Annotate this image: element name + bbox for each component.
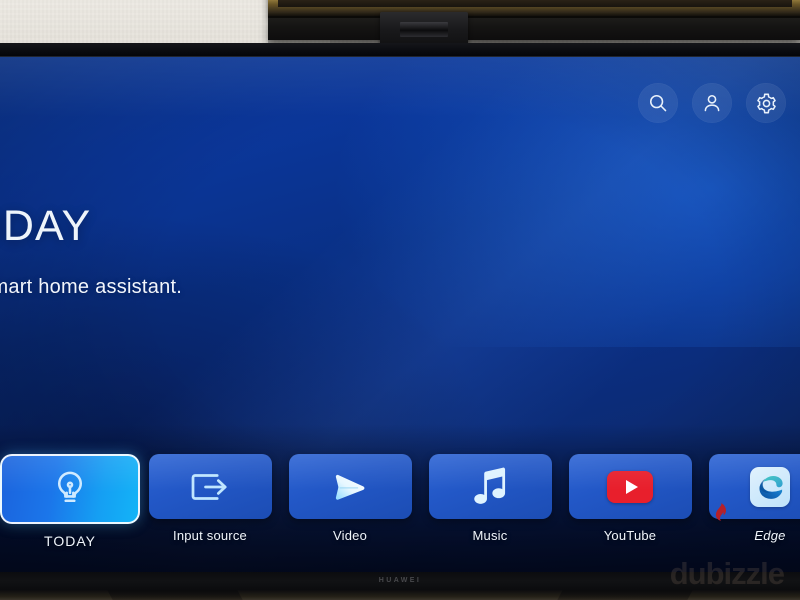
camera-lens [400,22,448,37]
flame-icon [715,501,727,521]
youtube-play-triangle [625,479,638,494]
music-note-icon [474,466,506,504]
dock-item-input-source[interactable]: Input source [140,454,280,543]
dock-tile-youtube[interactable] [568,454,692,519]
dock-label-music: Music [472,528,508,543]
lightbulb-icon [58,471,82,502]
dock-tile-input-source[interactable] [148,454,272,519]
dock-item-video[interactable]: Video [280,454,420,543]
dock-item-music[interactable]: Music [420,454,560,543]
shelf-board [268,18,800,40]
tv-photo-scene: TODAY Your smart home assistant. [0,0,800,600]
dubizzle-watermark: dubizzle [669,556,785,591]
page-title: TODAY [0,202,92,250]
dock-tile-today[interactable] [0,454,140,524]
gold-frame-inner [278,0,792,7]
hero-text-block: TODAY Your smart home assistant. [0,205,182,299]
tv-screen: TODAY Your smart home assistant. [0,57,800,572]
dock-label-youtube: YouTube [603,528,657,543]
dock-tile-video[interactable] [288,454,412,519]
tv-bezel-top [0,43,800,57]
dock-label-input-source: Input source [173,528,247,543]
tv-leg-left [107,590,243,600]
top-icon-bar [638,83,786,123]
page-subtitle: Your smart home assistant. [0,276,183,298]
youtube-icon [607,470,653,503]
dock-item-edge[interactable]: Edge [700,454,800,543]
profile-icon[interactable] [692,83,732,123]
dock-label-video: Video [332,528,367,543]
search-icon[interactable] [638,83,678,123]
dock-label-today: TODAY [44,533,96,549]
app-dock: TODAY Input source Video Music YouTube E… [0,454,800,566]
edge-swirl [759,475,783,499]
brand-logo: HUAWEI [378,577,422,584]
dock-item-today[interactable]: TODAY [0,454,140,549]
input-source-icon [191,473,227,500]
settings-icon[interactable] [746,83,786,123]
gold-framed-decor [268,0,800,18]
play-icon [335,474,365,500]
dock-label-edge: Edge [754,528,786,543]
edge-icon [750,466,790,507]
dock-item-youtube[interactable]: YouTube [560,454,700,543]
dock-tile-music[interactable] [428,454,552,519]
